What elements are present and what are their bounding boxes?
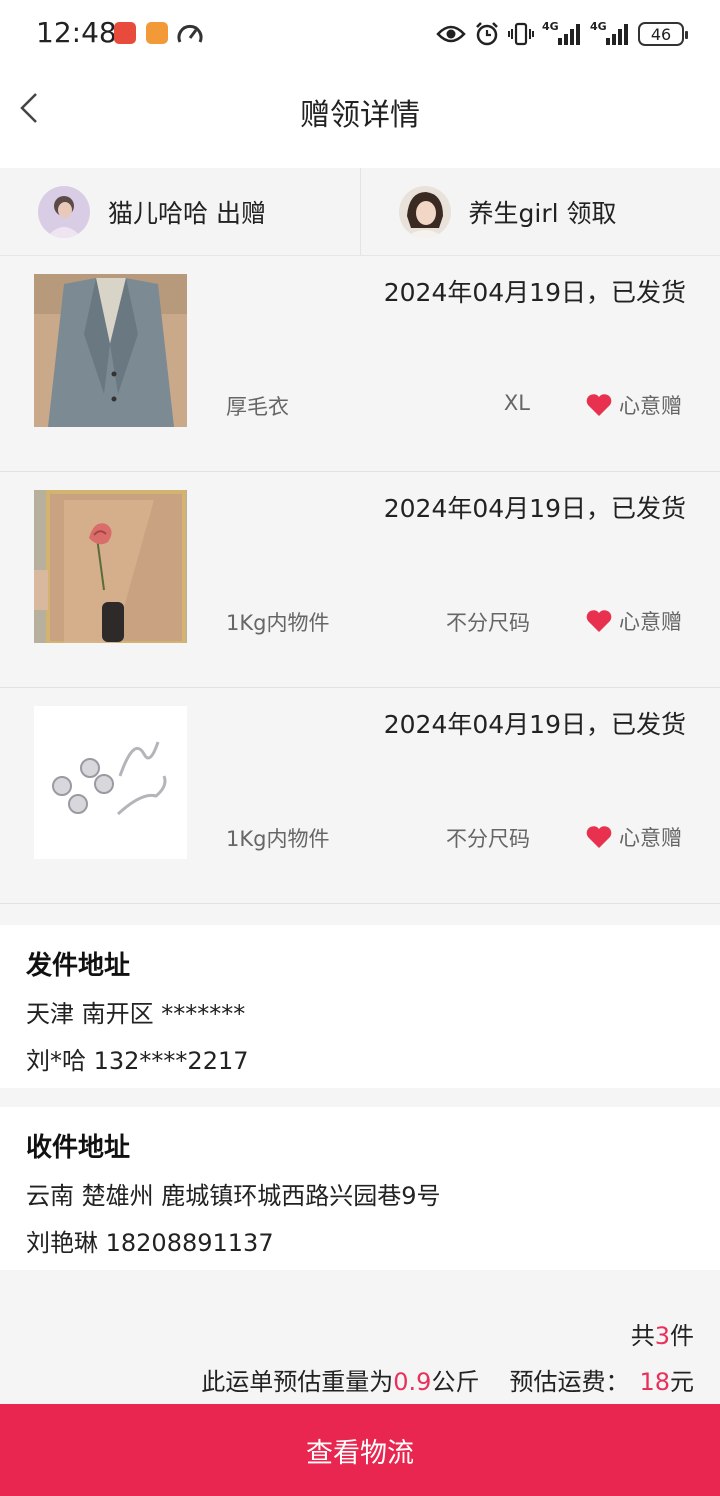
shipping-summary: 共3件 此运单预估重量为0.9公斤 预估运费： 18元 [0,1270,720,1404]
weight-value: 0.9 [393,1368,432,1396]
receiver-address-card: 收件地址 云南 楚雄州 鹿城镇环城西路兴园巷9号 刘艳琳 18208891137 [0,1107,720,1270]
item-size: 不分尺码 [446,827,530,851]
sender-contact: 刘*哈 132****2217 [26,1047,249,1075]
item-count-suffix: 件 [670,1322,694,1350]
status-time: 12:48 [36,16,117,49]
item-tag-label: 心意赠 [619,826,682,850]
list-item[interactable]: 2024年04月19日，已发货 厚毛衣 XL 心意赠 [0,257,720,472]
item-name: 厚毛衣 [226,395,289,419]
giver-label: 猫儿哈哈 出赠 [108,198,266,228]
nav-bar: 赠领详情 [0,68,720,168]
item-tag-label: 心意赠 [619,610,682,634]
heart-icon [586,826,612,848]
item-date-status: 2024年04月19日，已发货 [383,278,686,307]
receiver-address: 云南 楚雄州 鹿城镇环城西路兴园巷9号 [26,1182,441,1210]
receiver-contact: 刘艳琳 18208891137 [26,1229,274,1257]
item-count-prefix: 共 [630,1322,655,1350]
app-notification-icon [114,22,136,44]
item-size: XL [503,391,530,415]
receiver-label: 养生girl 领取 [468,198,617,228]
item-tag: 心意赠 [585,606,682,636]
item-name: 1Kg内物件 [226,611,330,635]
shipping-estimate: 此运单预估重量为0.9公斤 预估运费： 18元 [201,1362,694,1397]
alarm-icon [476,22,498,46]
item-tag: 心意赠 [585,822,682,852]
signal-4g-icon: 4G [590,21,630,47]
view-logistics-button[interactable]: 查看物流 [0,1404,720,1496]
heart-icon [586,394,612,416]
giver[interactable]: 猫儿哈哈 出赠 [0,168,360,255]
item-tag-label: 心意赠 [619,394,682,418]
item-size: 不分尺码 [446,611,530,635]
receiver-address-title: 收件地址 [26,1133,131,1163]
item-count: 共3件 [631,1316,694,1351]
item-count-value: 3 [654,1322,670,1350]
list-item[interactable]: 2024年04月19日，已发货 1Kg内物件 不分尺码 心意赠 [0,689,720,904]
gift-parties: 猫儿哈哈 出赠 养生girl 领取 [0,168,720,256]
item-name: 1Kg内物件 [226,827,330,851]
item-date-status: 2024年04月19日，已发货 [383,710,686,739]
vibrate-icon [508,22,534,46]
receiver[interactable]: 养生girl 领取 [359,168,720,255]
signal-4g-icon: 4G [542,21,582,47]
sender-address: 天津 南开区 ******* [26,1000,246,1028]
list-item[interactable]: 2024年04月19日，已发货 1Kg内物件 不分尺码 心意赠 [0,473,720,688]
sender-address-title: 发件地址 [26,951,131,981]
heart-icon [586,610,612,632]
status-bar: 12:48 4G 4G 46 [0,0,720,68]
fee-prefix: 预估运费： [509,1368,630,1396]
giver-avatar[interactable] [38,185,90,238]
fee-value: 18 [639,1368,670,1396]
hooks-photo [34,706,187,859]
item-tag: 心意赠 [585,390,682,420]
weight-suffix: 公斤 [431,1368,480,1396]
sender-address-card: 发件地址 天津 南开区 ******* 刘*哈 132****2217 [0,925,720,1088]
fee-suffix: 元 [670,1368,694,1396]
speed-gauge-icon [177,24,203,43]
battery-icon: 46 [638,22,688,46]
battery-level: 46 [650,24,672,44]
item-date-status: 2024年04月19日，已发货 [383,494,686,523]
coat-photo [34,274,187,427]
weight-prefix: 此运单预估重量为 [201,1368,394,1396]
page-title: 赠领详情 [300,98,420,133]
app-notification-icon [146,22,168,44]
eye-icon [436,25,466,43]
receiver-avatar[interactable] [398,185,451,238]
rose-frame-photo [34,490,187,643]
